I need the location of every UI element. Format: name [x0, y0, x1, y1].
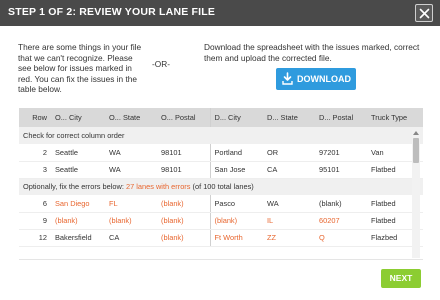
download-button-label: DOWNLOAD [297, 74, 351, 84]
col-header-truck-type[interactable]: Truck Type [367, 108, 423, 127]
cell-row: 6 [19, 195, 51, 213]
section-column-order-label: Check for correct column order [19, 127, 423, 144]
next-button[interactable]: NEXT [381, 269, 421, 288]
col-header-origin-state[interactable]: O... State [105, 108, 157, 127]
download-icon [282, 72, 293, 85]
cell-row: 9 [19, 212, 51, 230]
or-divider: -OR- [152, 59, 170, 69]
table-header-row: Row O... City O... State O... Postal D..… [19, 108, 423, 127]
section-fix-errors: Optionally, fix the errors below: 27 lan… [19, 178, 423, 195]
cell-dest-postal[interactable]: 60207 [315, 212, 367, 230]
section-fix-errors-suffix: (of 100 total lanes) [190, 182, 254, 192]
col-header-dest-postal[interactable]: D... Postal [315, 108, 367, 127]
cell-origin-city[interactable]: Bakersfield [51, 229, 105, 247]
cell-dest-city[interactable]: (blank) [209, 212, 263, 230]
col-header-dest-city[interactable]: D... City [209, 108, 263, 127]
cell-origin-state[interactable]: CA [105, 229, 157, 247]
table-row: 9 (blank) (blank) (blank) (blank) IL 602… [19, 212, 423, 230]
cell-dest-city[interactable]: San Jose [209, 161, 263, 179]
scroll-thumb[interactable] [413, 138, 419, 163]
cell-dest-state[interactable]: IL [263, 212, 315, 230]
close-button[interactable] [415, 4, 433, 22]
section-fix-errors-label: Optionally, fix the errors below: 27 lan… [19, 178, 423, 195]
cell-dest-state[interactable]: CA [263, 161, 315, 179]
table-scrollbar[interactable] [412, 130, 420, 258]
cell-origin-postal[interactable]: 98101 [157, 161, 210, 179]
cell-origin-postal[interactable]: (blank) [157, 229, 210, 247]
lane-table: Row O... City O... State O... Postal D..… [19, 108, 423, 260]
dialog-title: STEP 1 OF 2: REVIEW YOUR LANE FILE [8, 6, 216, 18]
col-header-dest-state[interactable]: D... State [263, 108, 315, 127]
cell-dest-state[interactable]: WA [263, 195, 315, 213]
cell-origin-postal[interactable]: (blank) [157, 195, 210, 213]
cell-dest-state[interactable]: ZZ [263, 229, 315, 247]
cell-origin-state[interactable]: FL [105, 195, 157, 213]
col-header-origin-postal[interactable]: O... Postal [157, 108, 210, 127]
cell-dest-postal[interactable]: 95101 [315, 161, 367, 179]
cell-origin-city[interactable]: Seattle [51, 161, 105, 179]
table-row: 12 Bakersfield CA (blank) Ft Worth ZZ Q … [19, 229, 423, 247]
download-button[interactable]: DOWNLOAD [276, 68, 356, 90]
cell-dest-city[interactable]: Ft Worth [209, 229, 263, 247]
table-row: 3 Seattle WA 98101 San Jose CA 95101 Fla… [19, 161, 423, 179]
section-column-order: Check for correct column order [19, 127, 423, 144]
error-count: 27 lanes with errors [125, 182, 191, 192]
cell-dest-postal[interactable]: 97201 [315, 144, 367, 162]
dialog-header: STEP 1 OF 2: REVIEW YOUR LANE FILE [0, 0, 440, 26]
download-instructions: Download the spreadsheet with the issues… [204, 42, 420, 63]
cell-origin-postal[interactable]: (blank) [157, 212, 210, 230]
cell-origin-state[interactable]: (blank) [105, 212, 157, 230]
cell-dest-state[interactable]: OR [263, 144, 315, 162]
cell-dest-city[interactable]: Portland [209, 144, 263, 162]
table-row: 2 Seattle WA 98101 Portland OR 97201 Van [19, 144, 423, 162]
cell-origin-city[interactable]: (blank) [51, 212, 105, 230]
intro-instructions: There are some things in your file that … [18, 42, 142, 95]
cell-origin-postal[interactable]: 98101 [157, 144, 210, 162]
scroll-up-arrow-icon[interactable] [413, 131, 419, 135]
cell-dest-postal[interactable]: Q [315, 229, 367, 247]
section-fix-errors-prefix: Optionally, fix the errors below: [23, 182, 126, 192]
cell-origin-city[interactable]: San Diego [51, 195, 105, 213]
cell-row: 12 [19, 229, 51, 247]
table-row: 6 San Diego FL (blank) Pasco WA (blank) … [19, 195, 423, 213]
cell-origin-state[interactable]: WA [105, 144, 157, 162]
cell-row: 3 [19, 161, 51, 179]
col-header-origin-city[interactable]: O... City [51, 108, 105, 127]
cell-dest-postal[interactable]: (blank) [315, 195, 367, 213]
cell-dest-city[interactable]: Pasco [209, 195, 263, 213]
cell-origin-state[interactable]: WA [105, 161, 157, 179]
cell-origin-city[interactable]: Seattle [51, 144, 105, 162]
col-header-row[interactable]: Row [19, 108, 51, 127]
close-icon [419, 8, 430, 19]
cell-row: 2 [19, 144, 51, 162]
